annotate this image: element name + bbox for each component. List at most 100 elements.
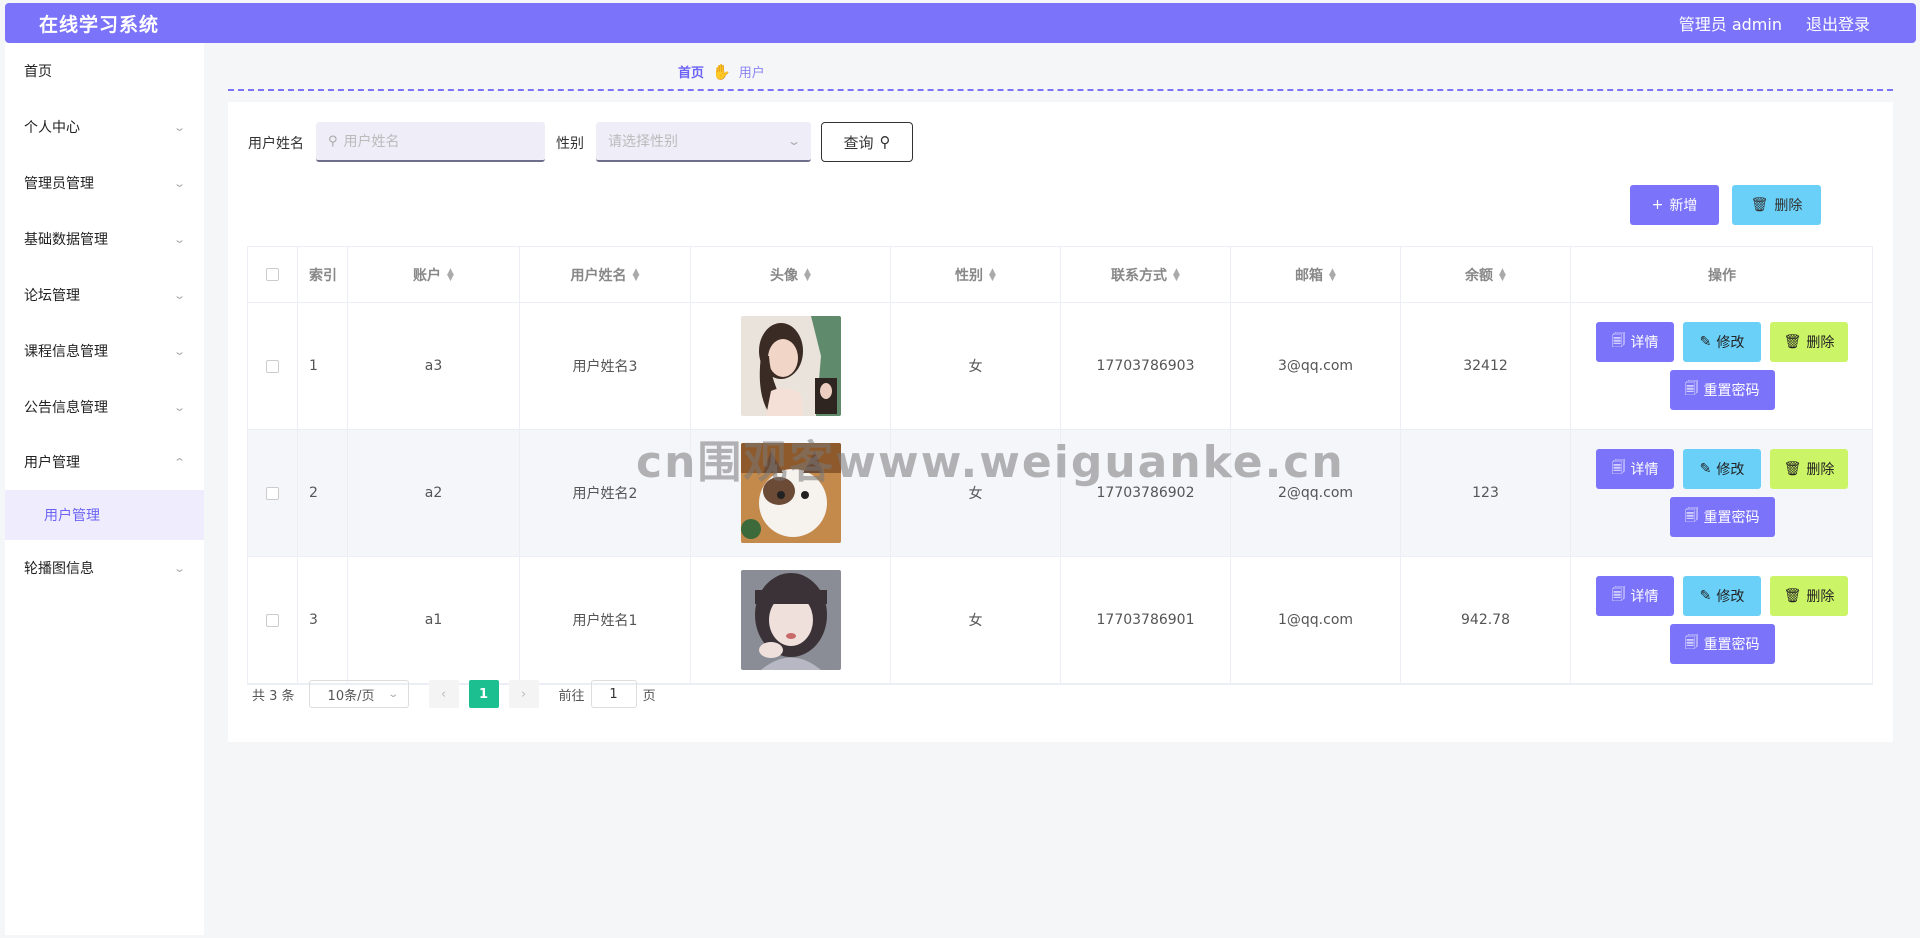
row-checkbox[interactable]: [266, 613, 279, 627]
chevron-down-icon: ⌄: [172, 344, 186, 358]
col-balance-label: 余额: [1465, 267, 1494, 284]
sidebar-item-label: 用户管理: [24, 455, 80, 471]
trash-icon: 🗑: [1783, 588, 1802, 604]
sort-icon[interactable]: ▲ ▼: [1173, 267, 1180, 282]
avatar-cat[interactable]: [740, 443, 841, 543]
col-phone-label: 联系方式: [1111, 267, 1168, 284]
col-email[interactable]: 邮箱 ▲ ▼: [1231, 247, 1401, 302]
avatar-girl-photo[interactable]: [740, 570, 841, 670]
reset-password-label: 重置密码: [1703, 383, 1760, 399]
detail-button[interactable]: 🗐 详情: [1596, 449, 1674, 489]
chevron-left-icon: ‹: [440, 686, 447, 702]
col-phone[interactable]: 联系方式 ▲ ▼: [1061, 247, 1231, 302]
reset-password-button[interactable]: 🗐 重置密码: [1669, 624, 1775, 664]
document-icon: 🗐: [1611, 460, 1626, 476]
col-gender[interactable]: 性别 ▲ ▼: [891, 247, 1061, 302]
gender-select[interactable]: 请选择性别 ⌄: [596, 122, 811, 162]
edit-button[interactable]: ✎ 修改: [1683, 322, 1761, 362]
edit-label: 修改: [1716, 589, 1745, 605]
breadcrumb-divider: [228, 89, 1893, 91]
sidebar-item-personal-center[interactable]: 个人中心 ⌄: [5, 99, 204, 155]
goto-label: 前往: [558, 688, 585, 704]
query-button[interactable]: 查询 ⚲: [821, 122, 913, 162]
sidebar-item-carousel[interactable]: 轮播图信息 ⌄: [5, 540, 204, 596]
delete-button[interactable]: 🗑 删除: [1770, 449, 1848, 489]
sidebar-item-admin-management[interactable]: 管理员管理 ⌄: [5, 155, 204, 211]
pencil-icon: ✎: [1699, 588, 1712, 604]
reset-password-label: 重置密码: [1703, 637, 1760, 653]
prev-page-button[interactable]: ‹: [428, 680, 459, 708]
gender-label: 性别: [556, 136, 584, 152]
cell-gender: 女: [891, 303, 1061, 429]
sidebar-item-forum[interactable]: 论坛管理 ⌄: [5, 267, 204, 323]
trash-icon: 🗑: [1783, 461, 1802, 477]
detail-button[interactable]: 🗐 详情: [1596, 576, 1674, 616]
col-index-label: 索引: [309, 267, 337, 284]
sidebar: 首页 个人中心 ⌄ 管理员管理 ⌄ 基础数据管理 ⌄ 论坛管理 ⌄ 课程信息管理…: [5, 43, 204, 935]
detail-button[interactable]: 🗐 详情: [1596, 322, 1674, 362]
sort-icon[interactable]: ▲ ▼: [1329, 267, 1336, 282]
cell-balance: 942.78: [1401, 557, 1571, 683]
edit-button[interactable]: ✎ 修改: [1683, 449, 1761, 489]
sort-icon[interactable]: ▲ ▼: [633, 267, 640, 282]
batch-delete-button[interactable]: 🗑 删除: [1732, 185, 1821, 225]
sidebar-item-notice[interactable]: 公告信息管理 ⌄: [5, 379, 204, 435]
sidebar-item-home[interactable]: 首页: [5, 43, 204, 99]
sidebar-item-label: 论坛管理: [24, 288, 80, 304]
sidebar-item-label: 课程信息管理: [24, 344, 108, 360]
submenu-item-user-management[interactable]: 用户管理: [5, 490, 204, 540]
col-balance[interactable]: 余额 ▲ ▼: [1401, 247, 1571, 302]
edit-label: 修改: [1716, 335, 1745, 351]
delete-button[interactable]: 🗑 删除: [1770, 576, 1848, 616]
row-checkbox[interactable]: [266, 359, 279, 373]
submenu-item-label: 用户管理: [44, 508, 100, 524]
cell-index: 1: [298, 303, 348, 429]
cell-email: 2@qq.com: [1231, 430, 1401, 556]
query-button-label: 查询: [843, 133, 874, 152]
chevron-down-icon: ⌄: [387, 688, 400, 700]
page-size-select[interactable]: 10条/页 ⌄: [308, 680, 409, 708]
chevron-down-icon: ⌄: [172, 176, 186, 190]
trash-icon: 🗑: [1783, 334, 1802, 350]
avatar-woman-illustration[interactable]: [740, 316, 841, 416]
page-number-button[interactable]: 1: [468, 680, 499, 708]
row-checkbox[interactable]: [266, 486, 279, 500]
col-actions-label: 操作: [1708, 267, 1736, 284]
reset-password-button[interactable]: 🗐 重置密码: [1669, 497, 1775, 537]
sidebar-item-course[interactable]: 课程信息管理 ⌄: [5, 323, 204, 379]
sort-icon[interactable]: ▲ ▼: [989, 267, 996, 282]
reset-password-button[interactable]: 🗐 重置密码: [1669, 370, 1775, 410]
breadcrumb-home[interactable]: 首页: [678, 62, 704, 81]
document-icon: 🗐: [1684, 635, 1699, 651]
edit-button[interactable]: ✎ 修改: [1683, 576, 1761, 616]
next-page-button[interactable]: ›: [508, 680, 539, 708]
select-all-checkbox[interactable]: [266, 268, 279, 281]
logout-link[interactable]: 退出登录: [1806, 11, 1870, 35]
add-button[interactable]: + 新增: [1630, 185, 1719, 225]
sort-icon[interactable]: ▲ ▼: [804, 267, 811, 282]
sidebar-item-user-management[interactable]: 用户管理 ⌃: [5, 434, 204, 490]
name-search-input[interactable]: ⚲ 用户姓名: [316, 122, 545, 162]
detail-label: 详情: [1630, 589, 1659, 605]
sidebar-item-basic-data[interactable]: 基础数据管理 ⌄: [5, 211, 204, 267]
cell-phone: 17703786902: [1061, 430, 1231, 556]
cell-gender: 女: [891, 557, 1061, 683]
goto-page-input[interactable]: 1: [590, 680, 637, 708]
pencil-icon: ✎: [1699, 461, 1712, 477]
col-actions: 操作: [1571, 247, 1873, 302]
delete-label: 删除: [1806, 589, 1835, 605]
sort-icon[interactable]: ▲ ▼: [1499, 267, 1506, 282]
document-icon: 🗐: [1684, 508, 1699, 524]
sort-icon[interactable]: ▲ ▼: [447, 267, 454, 282]
col-avatar[interactable]: 头像 ▲ ▼: [691, 247, 891, 302]
col-account[interactable]: 账户 ▲ ▼: [348, 247, 520, 302]
cell-account: a2: [348, 430, 520, 556]
detail-label: 详情: [1630, 462, 1659, 478]
admin-user-label[interactable]: 管理员 admin: [1679, 11, 1782, 35]
delete-label: 删除: [1806, 462, 1835, 478]
chevron-down-icon: ⌄: [786, 134, 802, 148]
cell-name: 用户姓名1: [520, 557, 691, 683]
col-name[interactable]: 用户姓名 ▲ ▼: [520, 247, 691, 302]
add-button-label: 新增: [1669, 198, 1698, 214]
delete-button[interactable]: 🗑 删除: [1770, 322, 1848, 362]
